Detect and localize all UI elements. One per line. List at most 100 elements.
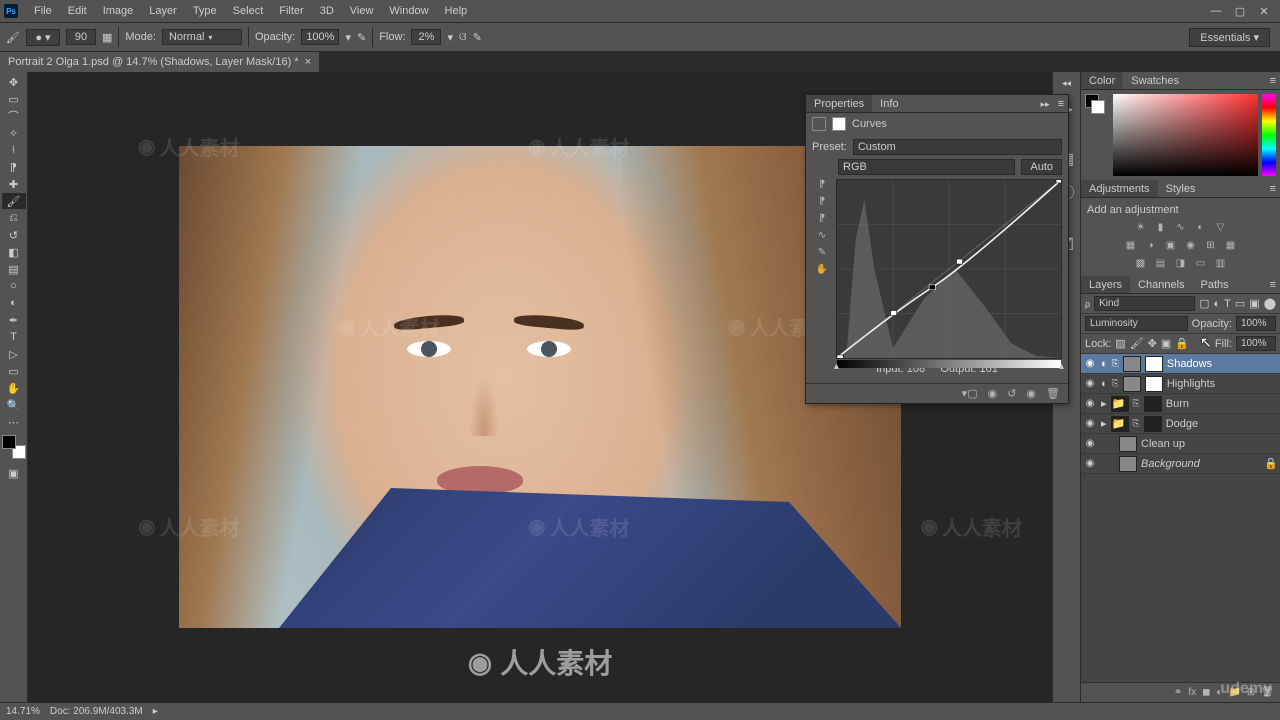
preset-dropdown[interactable]: Custom [853,139,1062,155]
zoom-level[interactable]: 14.71% [6,706,40,717]
layer-shadows[interactable]: ◉ ◐⎘ Shadows [1081,354,1280,374]
reset-icon[interactable]: ↺ [1007,387,1016,400]
window-maximize-icon[interactable]: ▢ [1228,5,1252,18]
hand-icon[interactable]: ✋ [816,264,828,275]
sample-black-icon[interactable]: ⁋ [819,213,825,224]
styles-tab[interactable]: Styles [1158,180,1204,197]
edit-toolbar[interactable]: ⋯ [2,414,26,430]
fg-bg-mini[interactable] [1085,94,1109,176]
visibility-icon[interactable]: ◉ [1083,458,1097,469]
brush-tool[interactable]: 🖌 [2,193,26,209]
opacity-flyout-icon[interactable]: ▾ [345,31,351,44]
auto-button[interactable]: Auto [1021,159,1062,175]
layer-cleanup[interactable]: ◉ Clean up [1081,434,1280,454]
draw-curve-icon[interactable]: ✎ [818,247,826,258]
menu-view[interactable]: View [342,0,382,22]
fill-field[interactable]: 100% [1236,336,1276,351]
lock-position-icon[interactable]: ✥ [1148,337,1157,350]
channel-mixer-icon[interactable]: ⊞ [1204,238,1218,252]
link-layers-icon[interactable]: ⚭ [1174,687,1182,698]
workspace-dropdown[interactable]: Essentials ▾ [1189,28,1270,47]
brush-size-field[interactable]: 90 [66,29,96,45]
layer-dodge[interactable]: ◉ ▸ 📁⎘ Dodge [1081,414,1280,434]
flow-field[interactable]: 2% [411,29,441,45]
layer-blend-mode[interactable]: Luminosity [1085,316,1188,331]
color-panel-menu-icon[interactable]: ≡ [1266,72,1280,89]
lut-icon[interactable]: ▦ [1224,238,1238,252]
filter-adjust-icon[interactable]: ◐ [1213,298,1220,310]
panel-menu-icon[interactable]: ≡ [1054,95,1068,112]
delete-adjustment-icon[interactable]: 🗑 [1046,387,1060,400]
layer-opacity-field[interactable]: 100% [1236,316,1276,331]
exposure-icon[interactable]: ◐ [1194,220,1208,234]
hue-icon[interactable]: ▦ [1124,238,1138,252]
dodge-tool[interactable]: ◐ [2,295,26,311]
layer-fx-icon[interactable]: fx [1188,687,1196,698]
clip-to-layer-icon[interactable]: ▾▢ [962,387,978,400]
visibility-icon[interactable]: ◉ [1083,378,1097,389]
hue-slider[interactable] [1262,94,1276,176]
expand-group-icon[interactable]: ▸ [1101,417,1107,430]
menu-select[interactable]: Select [225,0,272,22]
history-brush-tool[interactable]: ↺ [2,227,26,243]
color-tab[interactable]: Color [1081,72,1123,89]
menu-layer[interactable]: Layer [141,0,185,22]
eraser-tool[interactable]: ◧ [2,244,26,260]
view-previous-icon[interactable]: ◉ [1026,387,1036,400]
color-balance-icon[interactable]: ◑ [1144,238,1158,252]
brightness-icon[interactable]: ☀ [1134,220,1148,234]
layer-burn[interactable]: ◉ ▸ 📁⎘ Burn [1081,394,1280,414]
menu-type[interactable]: Type [185,0,225,22]
curves-graph[interactable]: ▴ ▴ [836,179,1062,359]
properties-panel[interactable]: Properties Info ▸▸ ≡ Curves Preset: Cust… [805,94,1069,404]
properties-tab[interactable]: Properties [806,95,872,112]
type-tool[interactable]: T [2,329,26,345]
levels-icon[interactable]: ▮ [1154,220,1168,234]
layer-highlights[interactable]: ◉ ◐⎘ Highlights [1081,374,1280,394]
document-tab[interactable]: Portrait 2 Olga 1.psd @ 14.7% (Shadows, … [0,52,320,72]
layer-name[interactable]: Burn [1166,398,1189,410]
healing-tool[interactable]: ✚ [2,176,26,192]
window-minimize-icon[interactable]: — [1204,5,1228,18]
info-tab[interactable]: Info [872,95,906,112]
filter-smart-icon[interactable]: ▣ [1249,297,1259,310]
layer-background[interactable]: ◉ Background 🔒 [1081,454,1280,474]
lock-pixels-icon[interactable]: 🖌 [1130,337,1144,350]
visibility-icon[interactable]: ◉ [1083,418,1097,429]
adjustments-tab[interactable]: Adjustments [1081,180,1158,197]
bw-icon[interactable]: ▣ [1164,238,1178,252]
menu-file[interactable]: File [26,0,60,22]
curves-icon[interactable]: ∿ [1174,220,1188,234]
gradient-tool[interactable]: ▤ [2,261,26,277]
shape-tool[interactable]: ▭ [2,363,26,379]
menu-3d[interactable]: 3D [312,0,342,22]
move-tool[interactable]: ✥ [2,74,26,90]
brush-panel-icon[interactable]: ▦ [102,31,112,44]
channels-tab[interactable]: Channels [1130,276,1192,293]
path-select-tool[interactable]: ▷ [2,346,26,362]
foreground-background-swatch[interactable] [2,435,26,459]
filter-pixel-icon[interactable]: ▢ [1199,297,1209,310]
blend-mode-dropdown[interactable]: Normal [162,29,242,45]
quick-select-tool[interactable]: ✧ [2,125,26,141]
marquee-tool[interactable]: ▭ [2,91,26,107]
menu-filter[interactable]: Filter [271,0,311,22]
lasso-tool[interactable]: ⌒ [2,108,26,124]
sample-gray-icon[interactable]: ⁋ [819,196,825,207]
selective-color-icon[interactable]: ▥ [1214,256,1228,270]
adjustments-menu-icon[interactable]: ≡ [1266,180,1280,197]
invert-icon[interactable]: ▩ [1134,256,1148,270]
crop-tool[interactable]: ⟊ [2,142,26,158]
flow-flyout-icon[interactable]: ▾ [447,31,453,44]
stamp-tool[interactable]: ⎌ [2,210,26,226]
layer-name[interactable]: Dodge [1166,418,1198,430]
screen-mode-icon[interactable]: ▣ [2,465,26,481]
layer-name[interactable]: Shadows [1167,358,1212,370]
zoom-tool[interactable]: 🔍 [2,397,26,413]
lock-artboard-icon[interactable]: ▣ [1161,337,1171,350]
gradient-map-icon[interactable]: ▭ [1194,256,1208,270]
collapse-panel-icon[interactable]: ▸▸ [1037,95,1054,112]
layer-name[interactable]: Background [1141,458,1200,470]
channel-dropdown[interactable]: RGB [838,159,1015,175]
expand-group-icon[interactable]: ▸ [1101,397,1107,410]
